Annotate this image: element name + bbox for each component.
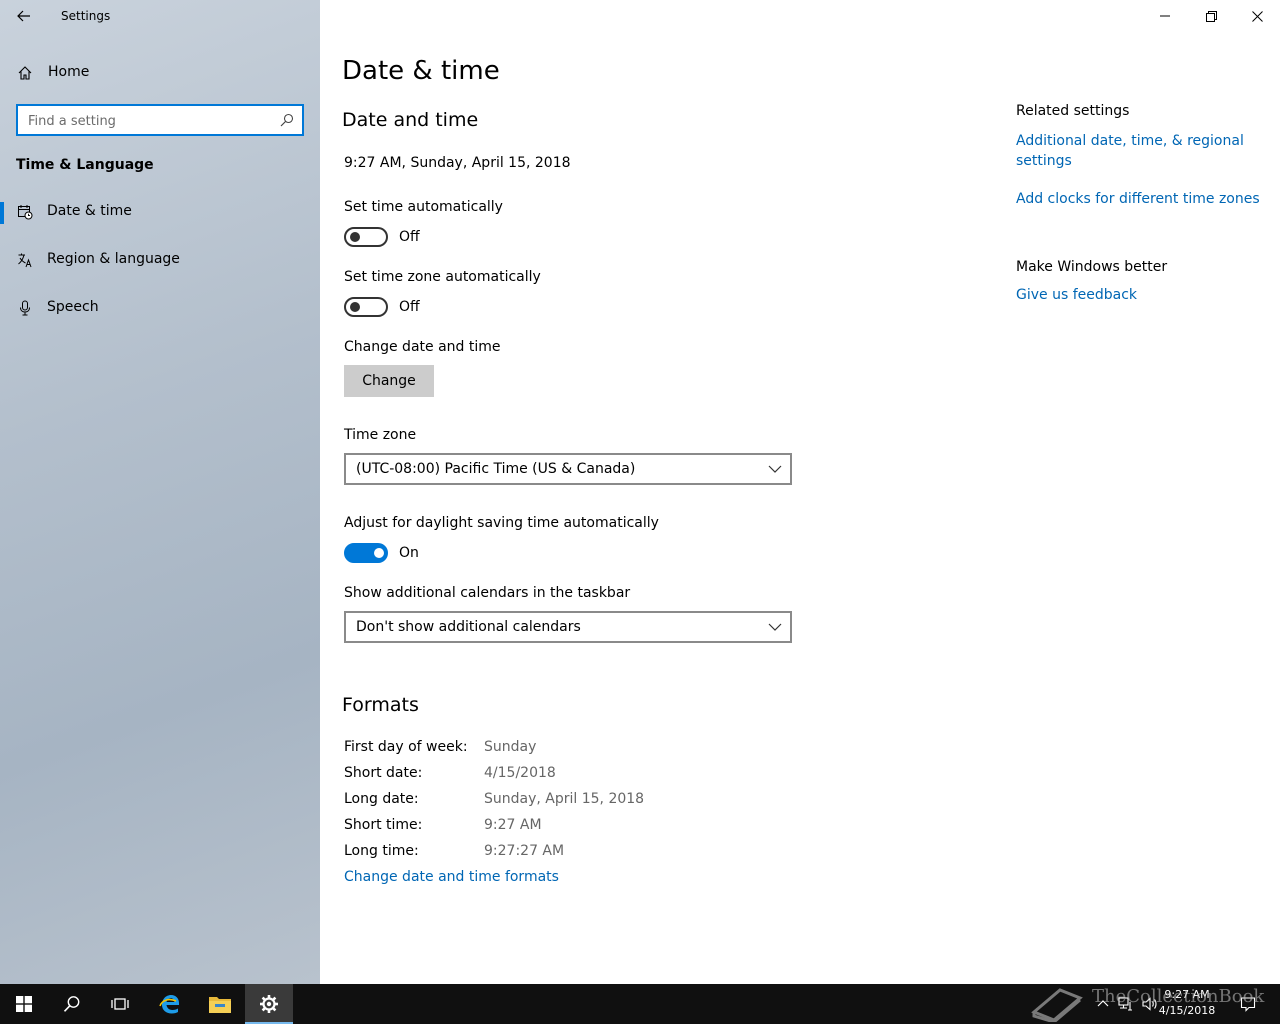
format-value-first-day: Sunday [484, 739, 537, 755]
file-explorer-icon [209, 997, 231, 1013]
back-arrow-icon [17, 10, 30, 22]
settings-taskbar-button[interactable] [245, 984, 293, 1024]
edge-browser-icon [159, 995, 179, 1014]
start-button[interactable] [0, 984, 48, 1024]
format-label-short-date: Short date: [344, 765, 423, 781]
format-label-first-day: First day of week: [344, 739, 468, 755]
minimize-button[interactable] [1142, 0, 1188, 32]
sidebar-item-speech[interactable]: Speech [0, 288, 320, 328]
calendar-clock-icon [18, 205, 33, 220]
taskbar-search-button[interactable] [48, 984, 96, 1024]
time-zone-label: Time zone [344, 427, 417, 443]
section-title-formats: Formats [342, 694, 419, 716]
edge-browser-button[interactable] [146, 984, 194, 1024]
language-icon [18, 253, 32, 268]
set-timezone-auto-toggle[interactable] [344, 297, 388, 317]
chevron-down-icon [768, 465, 782, 473]
sidebar-item-label: Region & language [47, 251, 180, 267]
set-time-auto-toggle[interactable] [344, 227, 388, 247]
format-label-long-time: Long time: [344, 843, 419, 859]
sidebar-item-date-time[interactable]: Date & time [0, 192, 320, 232]
feedback-link[interactable]: Give us feedback [1016, 287, 1137, 303]
change-formats-link[interactable]: Change date and time formats [344, 869, 559, 885]
restore-icon [1205, 10, 1217, 22]
set-time-auto-label: Set time automatically [344, 199, 503, 215]
set-timezone-auto-state: Off [399, 299, 420, 315]
daylight-label: Adjust for daylight saving time automati… [344, 515, 659, 531]
toggle-knob [350, 232, 360, 242]
search-icon [63, 996, 80, 1012]
additional-settings-link[interactable]: Additional date, time, & regional settin… [1016, 131, 1256, 171]
format-value-short-date: 4/15/2018 [484, 765, 556, 781]
related-settings-title: Related settings [1016, 103, 1130, 119]
task-view-button[interactable] [96, 984, 144, 1024]
minimize-icon [1160, 15, 1170, 17]
section-title-date-time: Date and time [342, 109, 479, 131]
daylight-toggle[interactable] [344, 543, 388, 563]
time-zone-select[interactable]: (UTC-08:00) Pacific Time (US & Canada) [344, 453, 792, 485]
home-icon [18, 66, 32, 80]
format-label-long-date: Long date: [344, 791, 419, 807]
close-icon [1251, 10, 1263, 22]
time-zone-value: (UTC-08:00) Pacific Time (US & Canada) [356, 461, 636, 477]
file-explorer-button[interactable] [196, 984, 244, 1024]
microphone-icon [20, 300, 30, 316]
add-clocks-link[interactable]: Add clocks for different time zones [1016, 191, 1260, 207]
set-time-auto-state: Off [399, 229, 420, 245]
change-date-time-label: Change date and time [344, 339, 501, 355]
close-button[interactable] [1234, 0, 1280, 32]
format-value-long-time: 9:27:27 AM [484, 843, 565, 859]
calendars-select[interactable]: Don't show additional calendars [344, 611, 792, 643]
toggle-knob [350, 302, 360, 312]
format-value-short-time: 9:27 AM [484, 817, 542, 833]
sidebar-item-label: Speech [47, 299, 99, 315]
book-logo-icon [1031, 988, 1083, 1022]
back-button[interactable] [10, 4, 38, 28]
chevron-down-icon [768, 623, 782, 631]
change-button[interactable]: Change [344, 365, 434, 397]
sidebar-item-label: Date & time [47, 203, 132, 219]
sidebar-section-title: Time & Language [16, 157, 154, 173]
watermark: TheCollectionBook [1030, 980, 1280, 1024]
calendars-value: Don't show additional calendars [356, 619, 581, 635]
daylight-state: On [399, 545, 419, 561]
gear-icon [260, 995, 278, 1013]
windows-logo-icon [16, 996, 32, 1012]
task-view-icon [111, 998, 129, 1010]
sidebar: Settings Home Time & Language Date & tim… [0, 0, 320, 984]
toggle-knob [374, 548, 384, 558]
format-value-long-date: Sunday, April 15, 2018 [484, 791, 645, 807]
calendars-label: Show additional calendars in the taskbar [344, 585, 631, 601]
sidebar-item-region-language[interactable]: Region & language [0, 240, 320, 280]
home-label: Home [48, 64, 90, 80]
home-nav-item[interactable]: Home [0, 56, 320, 90]
page-title: Date & time [342, 56, 500, 86]
search-input[interactable] [28, 112, 268, 130]
make-windows-better-title: Make Windows better [1016, 259, 1168, 275]
search-icon[interactable] [280, 113, 294, 127]
app-title: Settings [61, 9, 111, 23]
set-timezone-auto-label: Set time zone automatically [344, 269, 541, 285]
restore-button[interactable] [1188, 0, 1234, 32]
search-box[interactable] [16, 104, 304, 136]
current-datetime: 9:27 AM, Sunday, April 15, 2018 [344, 155, 571, 171]
format-label-short-time: Short time: [344, 817, 423, 833]
watermark-text: TheCollectionBook [1092, 986, 1265, 1007]
